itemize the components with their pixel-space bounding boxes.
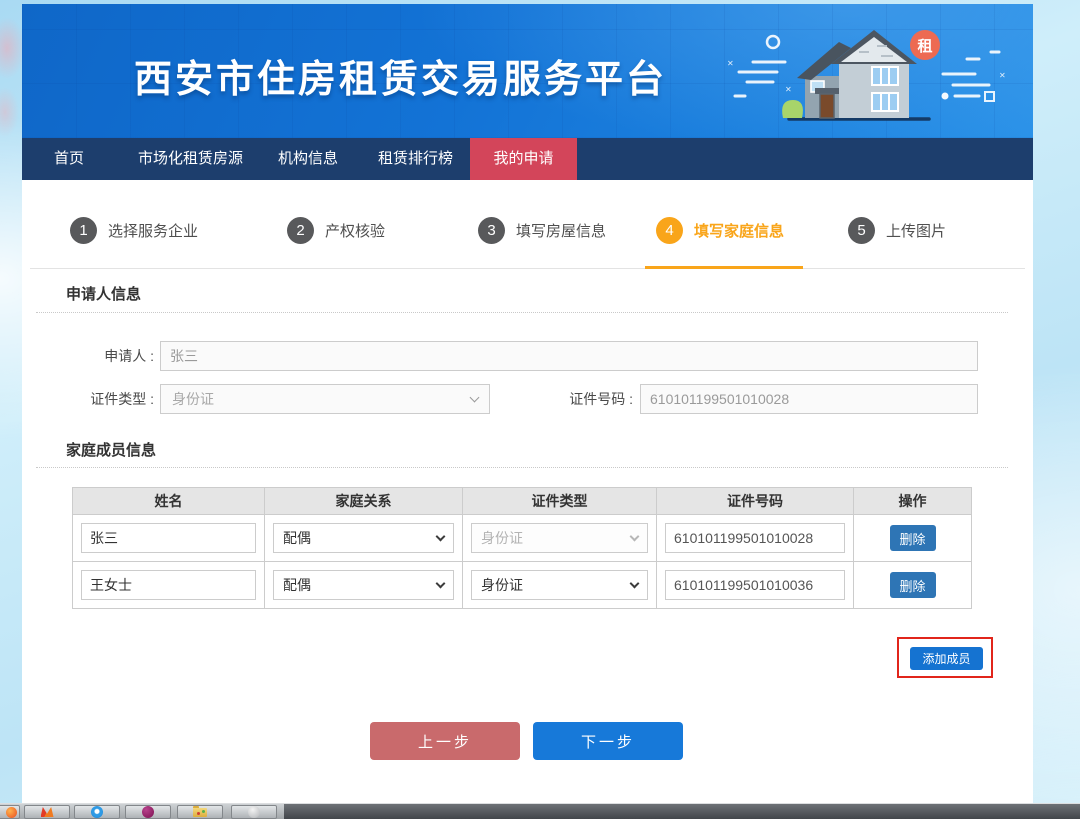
gray-app-icon: [248, 806, 260, 818]
speed-lines-left: [735, 62, 785, 96]
taskbar-button[interactable]: [125, 805, 171, 819]
stepper-divider: [30, 268, 1025, 269]
chevron-down-icon: [630, 578, 640, 588]
member-relation-value: 配偶: [283, 575, 311, 595]
step-2: 2 产权核验: [287, 216, 385, 244]
svg-text:✕: ✕: [999, 71, 1006, 80]
cert-no-label: 证件号码 :: [502, 384, 633, 414]
step-4-number: 4: [656, 217, 683, 244]
red-mail-icon: [41, 807, 54, 817]
member-cert-type-select[interactable]: 身份证: [471, 570, 648, 600]
member-relation-value: 配偶: [283, 528, 311, 548]
table-row: 配偶 身份证 删除: [73, 515, 971, 562]
desktop: { "header": { "title": "西安市住房租赁交易服务平台", …: [0, 0, 1080, 819]
chevron-down-icon: [630, 531, 640, 541]
site-title: 西安市住房租赁交易服务平台: [134, 48, 694, 103]
member-cert-type-select-disabled[interactable]: 身份证: [471, 523, 648, 553]
add-member-button[interactable]: 添加成员: [910, 647, 983, 670]
col-header-cert-no: 证件号码: [657, 488, 854, 515]
cert-type-select[interactable]: 身份证: [160, 384, 490, 414]
orange-app-icon: [6, 807, 17, 818]
step-5-label: 上传图片: [886, 220, 946, 241]
rent-badge-text: 租: [917, 37, 932, 55]
svg-text:✕: ✕: [727, 59, 734, 68]
member-cert-type-value: 身份证: [481, 575, 523, 595]
nav-item-agency-info[interactable]: 机构信息: [278, 138, 338, 180]
member-name-input[interactable]: [81, 570, 256, 600]
member-cert-no-input[interactable]: [665, 570, 845, 600]
dotted-divider: [36, 467, 1008, 468]
sparkles: ✕✕: [727, 59, 792, 94]
taskbar-button[interactable]: [74, 805, 120, 819]
house-illustration: ✕✕: [727, 22, 1017, 130]
chevron-down-icon: [436, 531, 446, 541]
nav-item-market-listings[interactable]: 市场化租赁房源: [138, 138, 243, 180]
step-5-number: 5: [848, 217, 875, 244]
main-nav: 首页 市场化租赁房源 机构信息 租赁排行榜 我的申请: [22, 138, 1033, 180]
active-step-underline: [645, 266, 803, 269]
col-header-relation: 家庭关系: [265, 488, 463, 515]
site-banner: 西安市住房租赁交易服务平台 ✕✕: [22, 4, 1033, 138]
taskbar-button[interactable]: [24, 805, 70, 819]
step-2-label: 产权核验: [325, 220, 385, 241]
step-5: 5 上传图片: [848, 216, 946, 244]
col-header-action: 操作: [854, 488, 971, 515]
next-step-button[interactable]: 下一步: [533, 722, 683, 760]
step-2-number: 2: [287, 217, 314, 244]
purple-app-icon: [142, 806, 154, 818]
table-header-row: 姓名 家庭关系 证件类型 证件号码 操作: [73, 488, 971, 515]
table-row: 配偶 身份证 删除: [73, 562, 971, 608]
step-1-label: 选择服务企业: [108, 220, 198, 241]
step-4-active: 4 填写家庭信息: [656, 216, 784, 244]
taskbar: [0, 803, 1080, 819]
taskbar-button[interactable]: [231, 805, 277, 819]
blue-browser-icon: [91, 806, 103, 818]
applicant-section-title: 申请人信息: [66, 283, 141, 304]
delete-member-button[interactable]: 删除: [890, 525, 936, 551]
previous-step-button[interactable]: 上一步: [370, 722, 520, 760]
nav-item-rental-ranking[interactable]: 租赁排行榜: [378, 138, 453, 180]
member-cert-no-input[interactable]: [665, 523, 845, 553]
family-members-table: 姓名 家庭关系 证件类型 证件号码 操作 配偶 身份证 删除: [72, 487, 972, 609]
page: 西安市住房租赁交易服务平台 ✕✕: [22, 4, 1033, 803]
step-3-label: 填写房屋信息: [516, 220, 606, 241]
bush: [782, 100, 803, 118]
cert-no-input[interactable]: [640, 384, 978, 414]
nav-item-my-applications[interactable]: 我的申请: [470, 138, 577, 180]
dotted-divider: [36, 312, 1008, 313]
applicant-name-label: 申请人 :: [54, 341, 154, 371]
step-1: 1 选择服务企业: [70, 216, 198, 244]
col-header-cert-type: 证件类型: [463, 488, 657, 515]
speed-lines-right: [943, 52, 999, 96]
step-3: 3 填写房屋信息: [478, 216, 606, 244]
step-4-label: 填写家庭信息: [694, 220, 784, 241]
step-1-number: 1: [70, 217, 97, 244]
taskbar-button[interactable]: [0, 805, 20, 819]
member-cert-type-value: 身份证: [481, 528, 523, 548]
folder-icon: [193, 808, 207, 817]
svg-text:✕: ✕: [785, 85, 792, 94]
chevron-down-icon: [436, 578, 446, 588]
cert-type-label: 证件类型 :: [54, 384, 154, 414]
member-relation-select[interactable]: 配偶: [273, 570, 454, 600]
family-section-title: 家庭成员信息: [66, 439, 156, 460]
member-name-input[interactable]: [81, 523, 256, 553]
col-header-name: 姓名: [73, 488, 265, 515]
taskbar-button[interactable]: [177, 805, 223, 819]
nav-item-home[interactable]: 首页: [54, 138, 84, 180]
cert-type-value: 身份证: [172, 389, 214, 409]
applicant-name-input[interactable]: [160, 341, 978, 371]
chevron-down-icon: [470, 392, 480, 402]
step-3-number: 3: [478, 217, 505, 244]
delete-member-button[interactable]: 删除: [890, 572, 936, 598]
member-relation-select[interactable]: 配偶: [273, 523, 454, 553]
